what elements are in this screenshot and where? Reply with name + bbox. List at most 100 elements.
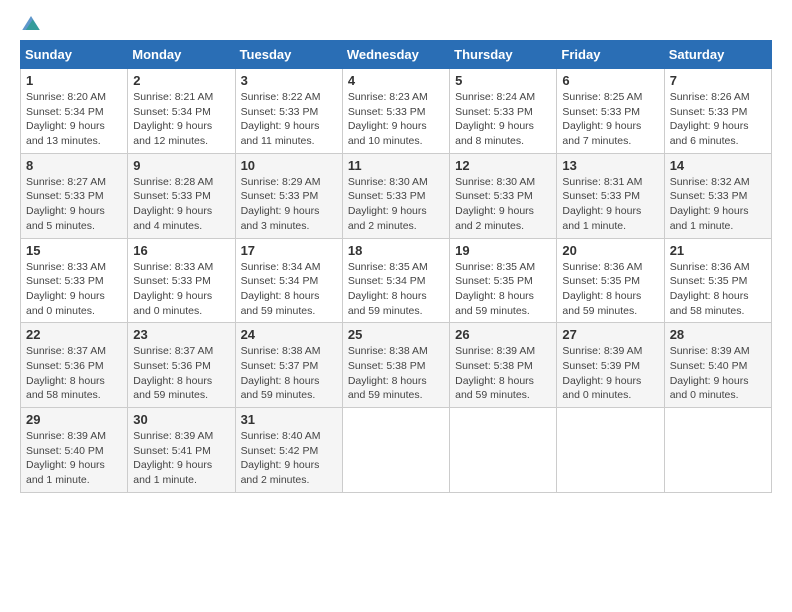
day-info: Sunrise: 8:40 AMSunset: 5:42 PMDaylight:… <box>241 429 337 488</box>
calendar-week-5: 29Sunrise: 8:39 AMSunset: 5:40 PMDayligh… <box>21 408 772 493</box>
day-number: 11 <box>348 158 444 173</box>
calendar-cell: 22 Sunrise: 8:37 AMSunset: 5:36 PMDayligh… <box>21 323 128 408</box>
calendar-cell: 27 Sunrise: 8:39 AMSunset: 5:39 PMDayligh… <box>557 323 664 408</box>
day-number: 30 <box>133 412 229 427</box>
calendar-cell: 31 Sunrise: 8:40 AMSunset: 5:42 PMDayligh… <box>235 408 342 493</box>
logo <box>20 16 40 30</box>
calendar-cell: 5Sunrise: 8:24 AMSunset: 5:33 PMDaylight… <box>450 69 557 154</box>
calendar-cell: 17 Sunrise: 8:34 AMSunset: 5:34 PMDayligh… <box>235 238 342 323</box>
calendar-cell: 2 Sunrise: 8:21 AMSunset: 5:34 PMDaylight… <box>128 69 235 154</box>
calendar-cell: 7 Sunrise: 8:26 AMSunset: 5:33 PMDaylight… <box>664 69 771 154</box>
calendar-cell: 23Sunrise: 8:37 AMSunset: 5:36 PMDayligh… <box>128 323 235 408</box>
day-info: Sunrise: 8:38 AMSunset: 5:37 PMDaylight:… <box>241 344 337 403</box>
calendar-cell: 29Sunrise: 8:39 AMSunset: 5:40 PMDayligh… <box>21 408 128 493</box>
day-number: 29 <box>26 412 122 427</box>
calendar-cell <box>664 408 771 493</box>
day-number: 7 <box>670 73 766 88</box>
day-info: Sunrise: 8:32 AMSunset: 5:33 PMDaylight:… <box>670 175 766 234</box>
day-number: 22 <box>26 327 122 342</box>
logo-icon <box>22 16 40 30</box>
calendar-cell: 25 Sunrise: 8:38 AMSunset: 5:38 PMDayligh… <box>342 323 449 408</box>
day-info: Sunrise: 8:27 AMSunset: 5:33 PMDaylight:… <box>26 175 122 234</box>
calendar-cell: 10 Sunrise: 8:29 AMSunset: 5:33 PMDayligh… <box>235 153 342 238</box>
day-info: Sunrise: 8:39 AMSunset: 5:38 PMDaylight:… <box>455 344 551 403</box>
calendar-cell: 16 Sunrise: 8:33 AMSunset: 5:33 PMDayligh… <box>128 238 235 323</box>
calendar-cell: 30 Sunrise: 8:39 AMSunset: 5:41 PMDayligh… <box>128 408 235 493</box>
day-info: Sunrise: 8:24 AMSunset: 5:33 PMDaylight:… <box>455 90 551 149</box>
calendar-cell <box>557 408 664 493</box>
day-header-wednesday: Wednesday <box>342 41 449 69</box>
calendar-cell: 21 Sunrise: 8:36 AMSunset: 5:35 PMDayligh… <box>664 238 771 323</box>
calendar-cell: 18 Sunrise: 8:35 AMSunset: 5:34 PMDayligh… <box>342 238 449 323</box>
day-info: Sunrise: 8:29 AMSunset: 5:33 PMDaylight:… <box>241 175 337 234</box>
day-number: 31 <box>241 412 337 427</box>
day-info: Sunrise: 8:34 AMSunset: 5:34 PMDaylight:… <box>241 260 337 319</box>
calendar-week-3: 15 Sunrise: 8:33 AMSunset: 5:33 PMDayligh… <box>21 238 772 323</box>
day-info: Sunrise: 8:31 AMSunset: 5:33 PMDaylight:… <box>562 175 658 234</box>
day-number: 10 <box>241 158 337 173</box>
calendar-cell: 19Sunrise: 8:35 AMSunset: 5:35 PMDayligh… <box>450 238 557 323</box>
day-number: 12 <box>455 158 551 173</box>
calendar-cell: 14Sunrise: 8:32 AMSunset: 5:33 PMDayligh… <box>664 153 771 238</box>
day-info: Sunrise: 8:25 AMSunset: 5:33 PMDaylight:… <box>562 90 658 149</box>
day-info: Sunrise: 8:23 AMSunset: 5:33 PMDaylight:… <box>348 90 444 149</box>
day-number: 13 <box>562 158 658 173</box>
day-number: 24 <box>241 327 337 342</box>
day-number: 8 <box>26 158 122 173</box>
day-info: Sunrise: 8:21 AMSunset: 5:34 PMDaylight:… <box>133 90 229 149</box>
calendar-cell: 12 Sunrise: 8:30 AMSunset: 5:33 PMDayligh… <box>450 153 557 238</box>
calendar-body: 1Sunrise: 8:20 AMSunset: 5:34 PMDaylight… <box>21 69 772 493</box>
calendar-cell: 26 Sunrise: 8:39 AMSunset: 5:38 PMDayligh… <box>450 323 557 408</box>
day-header-sunday: Sunday <box>21 41 128 69</box>
day-number: 9 <box>133 158 229 173</box>
day-number: 26 <box>455 327 551 342</box>
day-info: Sunrise: 8:37 AMSunset: 5:36 PMDaylight:… <box>26 344 122 403</box>
day-info: Sunrise: 8:39 AMSunset: 5:39 PMDaylight:… <box>562 344 658 403</box>
day-info: Sunrise: 8:28 AMSunset: 5:33 PMDaylight:… <box>133 175 229 234</box>
day-number: 2 <box>133 73 229 88</box>
day-number: 16 <box>133 243 229 258</box>
day-number: 15 <box>26 243 122 258</box>
day-info: Sunrise: 8:30 AMSunset: 5:33 PMDaylight:… <box>348 175 444 234</box>
day-info: Sunrise: 8:36 AMSunset: 5:35 PMDaylight:… <box>562 260 658 319</box>
day-info: Sunrise: 8:22 AMSunset: 5:33 PMDaylight:… <box>241 90 337 149</box>
day-number: 21 <box>670 243 766 258</box>
day-info: Sunrise: 8:20 AMSunset: 5:34 PMDaylight:… <box>26 90 122 149</box>
calendar-cell: 8 Sunrise: 8:27 AMSunset: 5:33 PMDaylight… <box>21 153 128 238</box>
day-info: Sunrise: 8:30 AMSunset: 5:33 PMDaylight:… <box>455 175 551 234</box>
day-info: Sunrise: 8:39 AMSunset: 5:41 PMDaylight:… <box>133 429 229 488</box>
day-number: 3 <box>241 73 337 88</box>
day-header-friday: Friday <box>557 41 664 69</box>
calendar-week-1: 1Sunrise: 8:20 AMSunset: 5:34 PMDaylight… <box>21 69 772 154</box>
day-info: Sunrise: 8:36 AMSunset: 5:35 PMDaylight:… <box>670 260 766 319</box>
day-header-thursday: Thursday <box>450 41 557 69</box>
day-number: 19 <box>455 243 551 258</box>
calendar-cell: 9 Sunrise: 8:28 AMSunset: 5:33 PMDaylight… <box>128 153 235 238</box>
calendar-table: SundayMondayTuesdayWednesdayThursdayFrid… <box>20 40 772 493</box>
calendar-cell: 11 Sunrise: 8:30 AMSunset: 5:33 PMDayligh… <box>342 153 449 238</box>
calendar-cell: 3 Sunrise: 8:22 AMSunset: 5:33 PMDaylight… <box>235 69 342 154</box>
calendar-cell: 1Sunrise: 8:20 AMSunset: 5:34 PMDaylight… <box>21 69 128 154</box>
day-number: 17 <box>241 243 337 258</box>
day-info: Sunrise: 8:26 AMSunset: 5:33 PMDaylight:… <box>670 90 766 149</box>
page-header <box>20 16 772 30</box>
calendar-cell: 4Sunrise: 8:23 AMSunset: 5:33 PMDaylight… <box>342 69 449 154</box>
day-info: Sunrise: 8:33 AMSunset: 5:33 PMDaylight:… <box>26 260 122 319</box>
day-info: Sunrise: 8:39 AMSunset: 5:40 PMDaylight:… <box>670 344 766 403</box>
day-info: Sunrise: 8:35 AMSunset: 5:34 PMDaylight:… <box>348 260 444 319</box>
day-info: Sunrise: 8:38 AMSunset: 5:38 PMDaylight:… <box>348 344 444 403</box>
day-header-saturday: Saturday <box>664 41 771 69</box>
calendar-week-4: 22 Sunrise: 8:37 AMSunset: 5:36 PMDayligh… <box>21 323 772 408</box>
calendar-header-row: SundayMondayTuesdayWednesdayThursdayFrid… <box>21 41 772 69</box>
day-number: 27 <box>562 327 658 342</box>
day-number: 6 <box>562 73 658 88</box>
day-number: 18 <box>348 243 444 258</box>
day-info: Sunrise: 8:33 AMSunset: 5:33 PMDaylight:… <box>133 260 229 319</box>
day-info: Sunrise: 8:37 AMSunset: 5:36 PMDaylight:… <box>133 344 229 403</box>
calendar-cell: 13 Sunrise: 8:31 AMSunset: 5:33 PMDayligh… <box>557 153 664 238</box>
calendar-cell: 20Sunrise: 8:36 AMSunset: 5:35 PMDayligh… <box>557 238 664 323</box>
calendar-cell <box>342 408 449 493</box>
calendar-cell <box>450 408 557 493</box>
day-number: 28 <box>670 327 766 342</box>
day-number: 25 <box>348 327 444 342</box>
